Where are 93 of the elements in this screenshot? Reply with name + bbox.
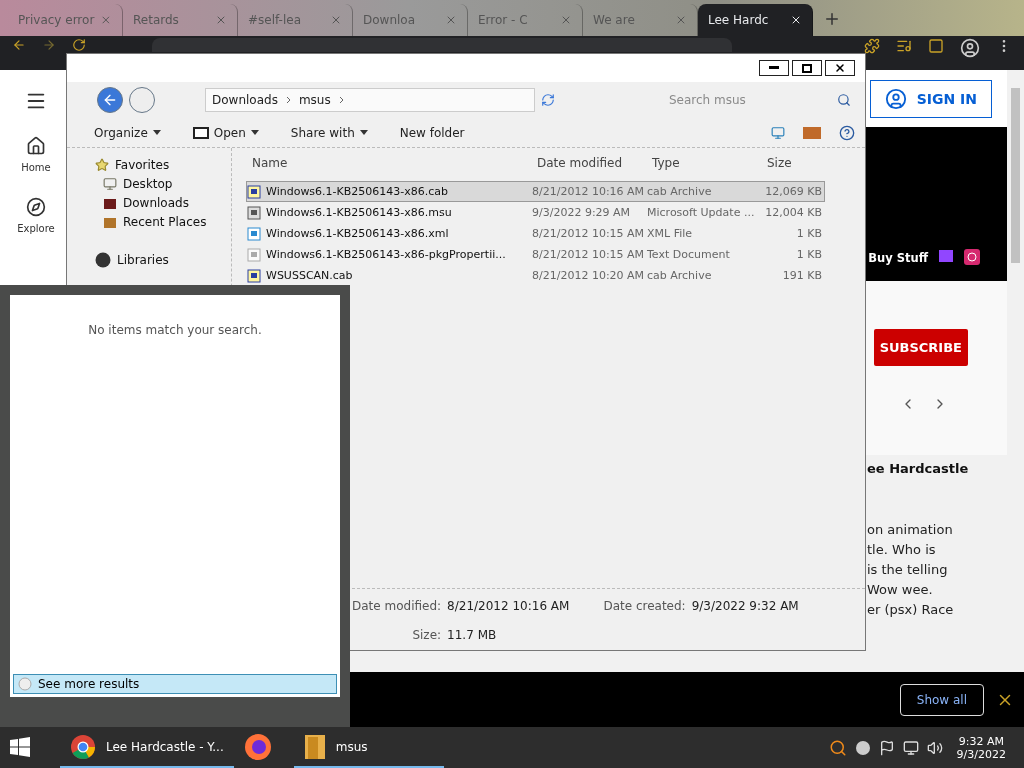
new-tab-icon[interactable]	[823, 10, 841, 28]
twitch-icon[interactable]	[938, 249, 954, 265]
puzzle-icon[interactable]	[864, 38, 880, 54]
subscribe-button[interactable]: SUBSCRIBE	[873, 329, 968, 366]
column-header[interactable]: Size	[761, 155, 821, 170]
forward-icon[interactable]	[42, 38, 56, 52]
sidebar-item[interactable]: Home	[21, 136, 51, 173]
description-line: on animation	[867, 521, 954, 539]
file-icon	[247, 247, 261, 262]
toolbar-button[interactable]: New folder	[397, 123, 467, 142]
search-icon[interactable]	[828, 738, 847, 757]
address-field[interactable]	[152, 38, 732, 52]
volume-icon[interactable]	[926, 739, 943, 756]
detail-value: 8/21/2012 10:16 AM	[447, 599, 570, 615]
detail-value: 11.7 MB	[447, 627, 498, 644]
desktop-icon	[103, 177, 117, 191]
nav-item[interactable]: Favorites	[95, 158, 231, 172]
description-line: tle. Who is	[867, 541, 937, 559]
close-icon	[834, 62, 846, 74]
column-header[interactable]: Name	[246, 155, 531, 170]
star-icon	[95, 158, 109, 172]
scrollbar-thumb[interactable]	[1011, 88, 1020, 263]
search-icon[interactable]	[837, 93, 851, 107]
sidebar-item[interactable]: Explore	[17, 197, 55, 234]
file-row[interactable]: WSUSSCAN.cab 8/21/2012 10:20 AM cab Archive 191 KB	[246, 265, 825, 286]
network-icon[interactable]	[902, 739, 919, 756]
playlist-icon[interactable]	[896, 38, 912, 54]
column-header[interactable]: Date modified	[531, 155, 646, 170]
close-icon[interactable]	[790, 14, 802, 26]
description-line: Wow wee.	[867, 581, 934, 599]
banner-link[interactable]: Buy Stuff	[868, 251, 928, 265]
refresh-icon[interactable]	[541, 93, 555, 107]
chevron-icon	[338, 96, 344, 104]
back-button[interactable]	[97, 87, 123, 113]
instagram-icon[interactable]	[964, 249, 980, 265]
file-row[interactable]: Windows6.1-KB2506143-x86.msu 9/3/2022 9:29 AM Microsoft Update ... 12,004 KB	[246, 202, 825, 223]
search-icon	[18, 677, 32, 691]
folder-icon	[103, 196, 117, 210]
firefox-icon	[243, 732, 272, 761]
close-button[interactable]	[825, 60, 855, 76]
file-icon	[247, 268, 261, 283]
toolbar-button[interactable]: Open	[190, 123, 261, 142]
nav-item[interactable]: Desktop	[95, 177, 231, 191]
help-icon[interactable]	[839, 124, 855, 141]
folder-icon	[103, 215, 117, 229]
description-line: is the telling	[867, 561, 949, 579]
toolbar-button[interactable]: Organize	[92, 123, 163, 142]
user-icon	[884, 87, 907, 110]
chrome-icon	[70, 733, 96, 760]
search-field[interactable]: Search msus	[667, 92, 837, 108]
preview-pane-icon[interactable]	[803, 126, 821, 139]
detail-label: Date created:	[603, 599, 686, 615]
profile-icon[interactable]	[960, 38, 980, 58]
back-icon[interactable]	[12, 38, 26, 52]
view-icon[interactable]	[771, 125, 785, 140]
nav-item[interactable]: Downloads	[95, 196, 231, 210]
sign-in-button[interactable]: SIGN IN	[869, 79, 992, 118]
chevron-icon	[285, 96, 291, 104]
detail-value: 9/3/2022 9:32 AM	[691, 599, 799, 615]
nav-item[interactable]: Libraries	[95, 252, 231, 268]
file-row[interactable]: Windows6.1-KB2506143-x86.xml 8/21/2012 10:15 AM XML File 1 KB	[246, 223, 825, 244]
panel-icon[interactable]	[928, 38, 944, 54]
forward-button[interactable]	[129, 87, 155, 113]
minimize-button[interactable]	[759, 60, 789, 76]
libraries-icon	[95, 252, 111, 268]
nav-item[interactable]: Recent Places	[95, 215, 231, 229]
windows-logo-icon	[10, 736, 30, 757]
browser-tab[interactable]: Lee Hardc	[698, 4, 813, 36]
compass-icon	[26, 197, 46, 217]
file-row[interactable]: Windows6.1-KB2506143-x86.cab 8/21/2012 10:16 AM cab Archive 12,069 KB	[246, 181, 825, 202]
column-header[interactable]: Type	[646, 155, 761, 170]
folder-icon	[303, 732, 326, 761]
show-all-button[interactable]: Show all	[899, 683, 984, 716]
archive-icon	[192, 126, 209, 139]
file-icon	[247, 184, 261, 199]
face-icon[interactable]	[854, 739, 871, 756]
clock[interactable]: 9:32 AM 9/3/2022	[956, 734, 1006, 761]
maximize-icon	[802, 63, 812, 73]
file-row[interactable]: Windows6.1-KB2506143-x86-pkgPropertii... 8/21/2012 10:15 AM Text Document 1 KB	[246, 244, 825, 265]
channel-name: ee Hardcastle	[867, 461, 970, 476]
flag-icon[interactable]	[878, 739, 895, 756]
detail-label: Date modified:	[352, 599, 442, 615]
see-more-results-button[interactable]: See more results	[13, 674, 337, 694]
file-icon	[247, 205, 261, 220]
breadcrumb-bar[interactable]: Downloads msus	[205, 88, 535, 112]
reload-icon[interactable]	[72, 38, 86, 52]
description-line: er (psx) Race	[867, 601, 955, 619]
maximize-button[interactable]	[792, 60, 822, 76]
toolbar-button[interactable]: Share with	[288, 123, 370, 142]
empty-message: No items match your search.	[88, 323, 262, 337]
detail-label: Size:	[411, 627, 442, 644]
file-icon	[247, 226, 261, 241]
home-icon	[26, 136, 46, 156]
